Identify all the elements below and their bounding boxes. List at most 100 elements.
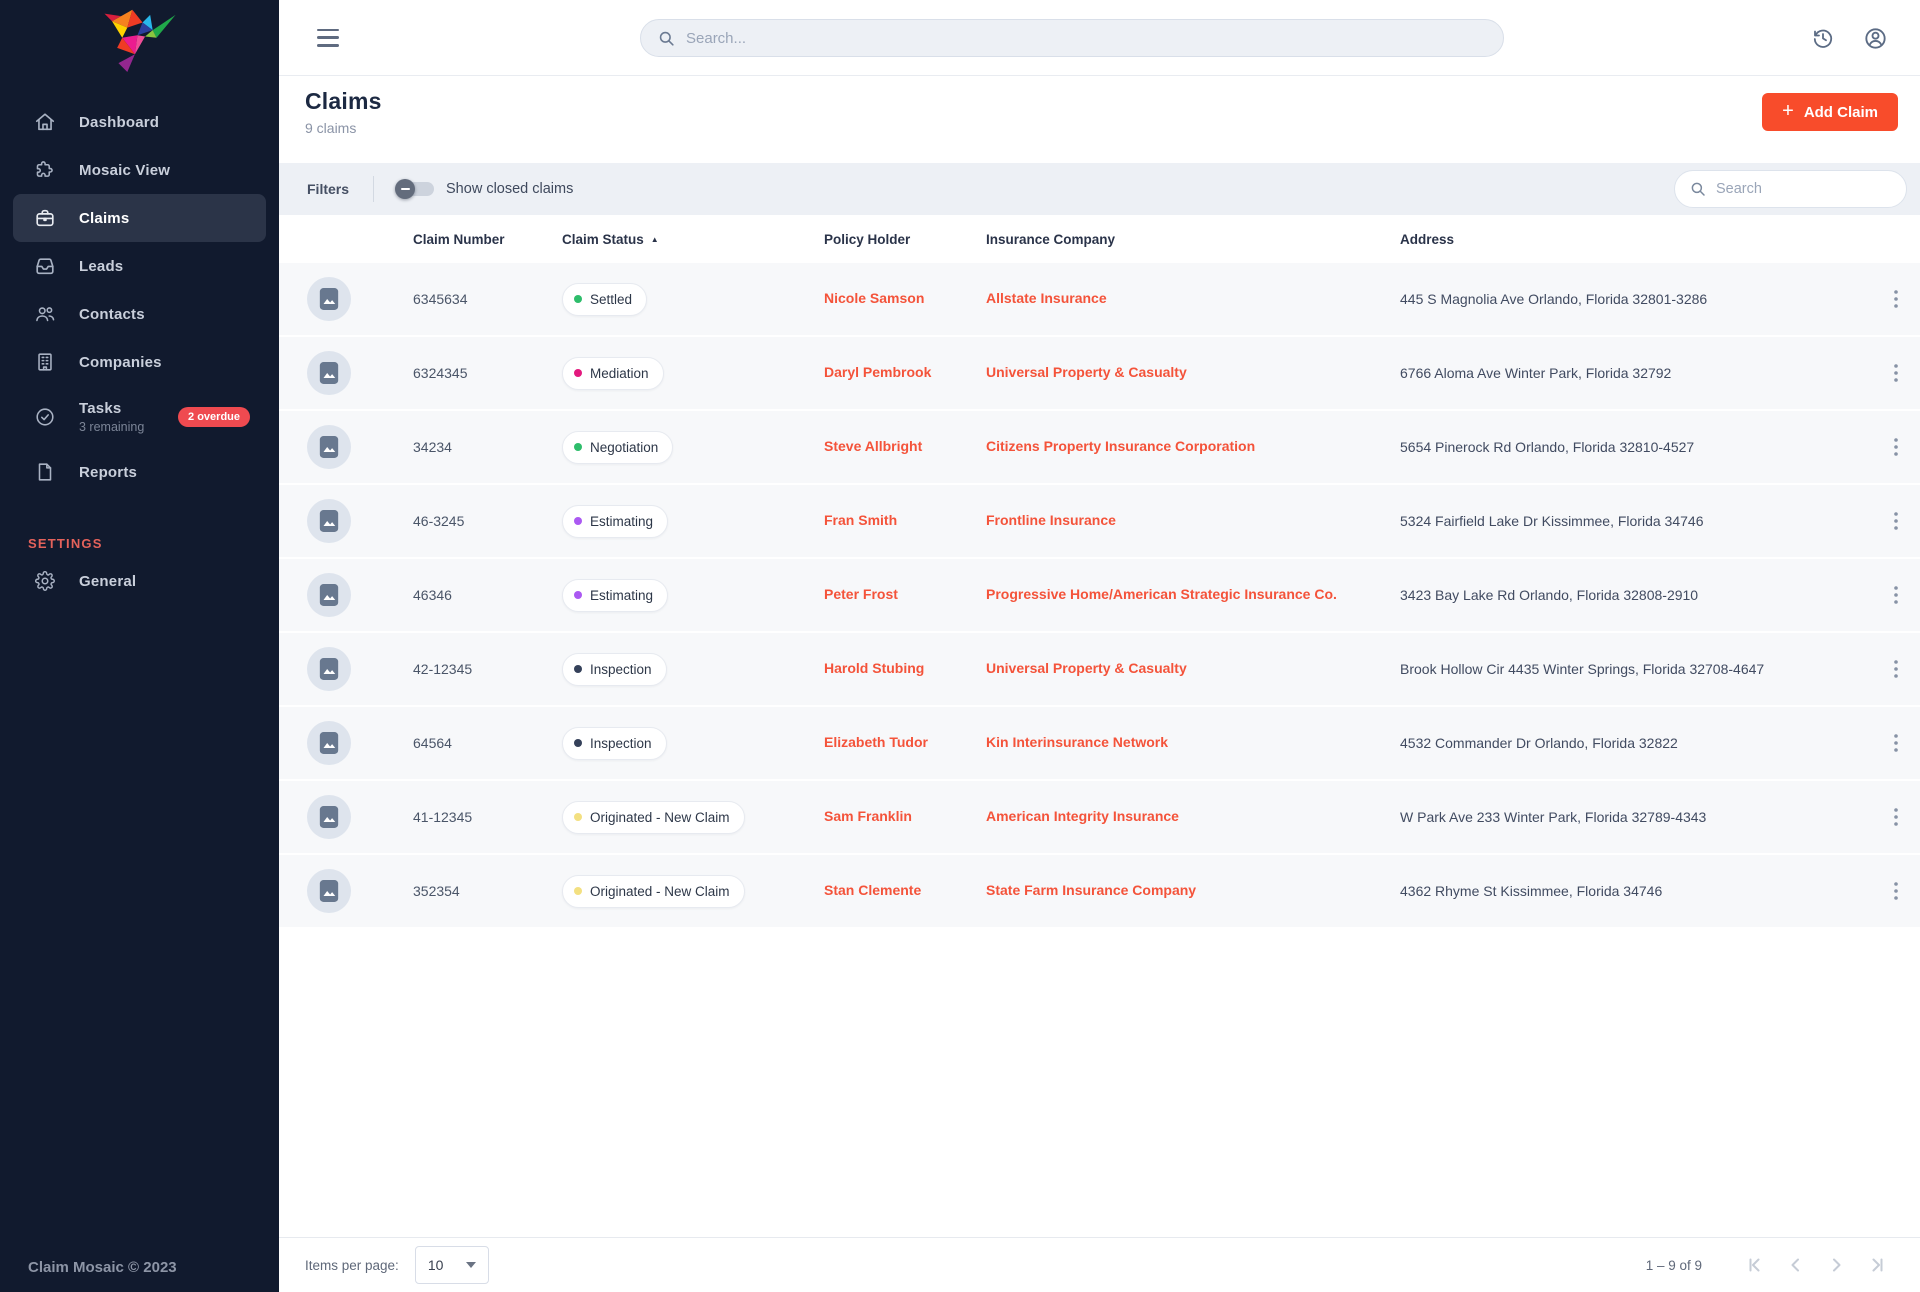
menu-toggle-button[interactable]	[315, 28, 341, 48]
sidebar-item-companies[interactable]: Companies	[13, 338, 266, 386]
policy-holder-link[interactable]: Daryl Pembrook	[824, 364, 931, 380]
claim-thumbnail[interactable]	[307, 351, 351, 395]
policy-holder-link[interactable]: Nicole Samson	[824, 290, 924, 306]
insurance-company-link[interactable]: Frontline Insurance	[986, 512, 1116, 528]
status-label: Originated - New Claim	[590, 884, 730, 899]
column-address[interactable]: Address	[1400, 232, 1842, 247]
table-row[interactable]: 6345634 Settled Nicole Samson Allstate I…	[279, 263, 1920, 337]
column-policy-holder[interactable]: Policy Holder	[824, 232, 986, 247]
table-row[interactable]: 64564 Inspection Elizabeth Tudor Kin Int…	[279, 707, 1920, 781]
row-menu-button[interactable]	[1880, 431, 1912, 463]
sidebar-item-claims[interactable]: Claims	[13, 194, 266, 242]
insurance-company-link[interactable]: Universal Property & Casualty	[986, 660, 1187, 676]
row-menu-button[interactable]	[1880, 357, 1912, 389]
history-icon[interactable]	[1810, 25, 1836, 51]
topbar	[279, 0, 1920, 76]
policy-holder-link[interactable]: Peter Frost	[824, 586, 898, 602]
claim-thumbnail[interactable]	[307, 721, 351, 765]
claim-address: 6766 Aloma Ave Winter Park, Florida 3279…	[1400, 365, 1842, 381]
overdue-badge: 2 overdue	[178, 407, 250, 427]
status-dot-icon	[574, 813, 582, 821]
insurance-company-link[interactable]: Citizens Property Insurance Corporation	[986, 438, 1255, 454]
row-menu-button[interactable]	[1880, 727, 1912, 759]
add-claim-button[interactable]: + Add Claim	[1762, 93, 1898, 131]
policy-holder-link[interactable]: Sam Franklin	[824, 808, 912, 824]
status-label: Mediation	[590, 366, 649, 381]
policy-holder-link[interactable]: Fran Smith	[824, 512, 897, 528]
status-dot-icon	[574, 517, 582, 525]
claim-number: 46346	[413, 587, 562, 603]
status-dot-icon	[574, 887, 582, 895]
global-search[interactable]	[640, 19, 1504, 57]
filters-label: Filters	[307, 181, 349, 197]
toggle-knob-icon	[395, 179, 415, 199]
sidebar-item-general[interactable]: General	[13, 557, 266, 605]
column-claim-status[interactable]: Claim Status▲	[562, 232, 824, 247]
sidebar-item-contacts[interactable]: Contacts	[13, 290, 266, 338]
status-badge: Negotiation	[562, 431, 673, 464]
claim-thumbnail[interactable]	[307, 573, 351, 617]
add-claim-label: Add Claim	[1804, 104, 1878, 121]
claim-thumbnail[interactable]	[307, 869, 351, 913]
sidebar-item-label: Companies	[79, 354, 162, 371]
claim-thumbnail[interactable]	[307, 499, 351, 543]
status-badge: Originated - New Claim	[562, 875, 745, 908]
row-menu-button[interactable]	[1880, 653, 1912, 685]
row-menu-button[interactable]	[1880, 505, 1912, 537]
claim-thumbnail[interactable]	[307, 795, 351, 839]
show-closed-toggle[interactable]	[398, 182, 434, 196]
claim-address: 5324 Fairfield Lake Dr Kissimmee, Florid…	[1400, 513, 1842, 529]
filters-bar: Filters Show closed claims	[279, 163, 1920, 215]
table-row[interactable]: 46346 Estimating Peter Frost Progressive…	[279, 559, 1920, 633]
table-row[interactable]: 6324345 Mediation Daryl Pembrook Univers…	[279, 337, 1920, 411]
sidebar-item-dashboard[interactable]: Dashboard	[13, 98, 266, 146]
insurance-company-link[interactable]: American Integrity Insurance	[986, 808, 1179, 824]
table-row[interactable]: 34234 Negotiation Steve Allbright Citize…	[279, 411, 1920, 485]
pagination-bar: Items per page: 10 1 – 9 of 9	[279, 1237, 1920, 1292]
account-icon[interactable]	[1862, 25, 1888, 51]
previous-page-button[interactable]	[1776, 1245, 1816, 1285]
last-page-button[interactable]	[1856, 1245, 1896, 1285]
global-search-input[interactable]	[686, 30, 1487, 47]
policy-holder-link[interactable]: Elizabeth Tudor	[824, 734, 928, 750]
sidebar-item-reports[interactable]: Reports	[13, 448, 266, 496]
row-menu-button[interactable]	[1880, 283, 1912, 315]
claim-thumbnail[interactable]	[307, 647, 351, 691]
column-insurance-company[interactable]: Insurance Company	[986, 232, 1400, 247]
sidebar-item-tasks[interactable]: Tasks 3 remaining 2 overdue	[13, 386, 266, 448]
claim-thumbnail[interactable]	[307, 277, 351, 321]
claim-number: 46-3245	[413, 513, 562, 529]
claim-number: 6324345	[413, 365, 562, 381]
next-page-button[interactable]	[1816, 1245, 1856, 1285]
table-row[interactable]: 352354 Originated - New Claim Stan Cleme…	[279, 855, 1920, 929]
table-row[interactable]: 41-12345 Originated - New Claim Sam Fran…	[279, 781, 1920, 855]
column-claim-number[interactable]: Claim Number	[413, 232, 562, 247]
claim-thumbnail[interactable]	[307, 425, 351, 469]
table-search-input[interactable]	[1716, 181, 1892, 197]
sidebar-item-label: Reports	[79, 464, 137, 481]
insurance-company-link[interactable]: Allstate Insurance	[986, 290, 1107, 306]
row-menu-button[interactable]	[1880, 579, 1912, 611]
home-icon	[33, 110, 57, 134]
row-menu-button[interactable]	[1880, 875, 1912, 907]
claim-address: 4362 Rhyme St Kissimmee, Florida 34746	[1400, 883, 1842, 899]
policy-holder-link[interactable]: Stan Clemente	[824, 882, 921, 898]
insurance-company-link[interactable]: Universal Property & Casualty	[986, 364, 1187, 380]
row-menu-button[interactable]	[1880, 801, 1912, 833]
insurance-company-link[interactable]: State Farm Insurance Company	[986, 882, 1196, 898]
page-title: Claims	[305, 88, 382, 115]
policy-holder-link[interactable]: Steve Allbright	[824, 438, 922, 454]
policy-holder-link[interactable]: Harold Stubing	[824, 660, 924, 676]
sidebar-item-mosaic-view[interactable]: Mosaic View	[13, 146, 266, 194]
insurance-company-link[interactable]: Progressive Home/American Strategic Insu…	[986, 586, 1337, 602]
check-circle-icon	[33, 405, 57, 429]
items-per-page-select[interactable]: 10	[415, 1246, 489, 1284]
document-icon	[33, 460, 57, 484]
table-row[interactable]: 42-12345 Inspection Harold Stubing Unive…	[279, 633, 1920, 707]
first-page-button[interactable]	[1736, 1245, 1776, 1285]
table-row[interactable]: 46-3245 Estimating Fran Smith Frontline …	[279, 485, 1920, 559]
status-label: Settled	[590, 292, 632, 307]
sidebar-item-leads[interactable]: Leads	[13, 242, 266, 290]
table-search[interactable]	[1674, 170, 1907, 208]
insurance-company-link[interactable]: Kin Interinsurance Network	[986, 734, 1168, 750]
